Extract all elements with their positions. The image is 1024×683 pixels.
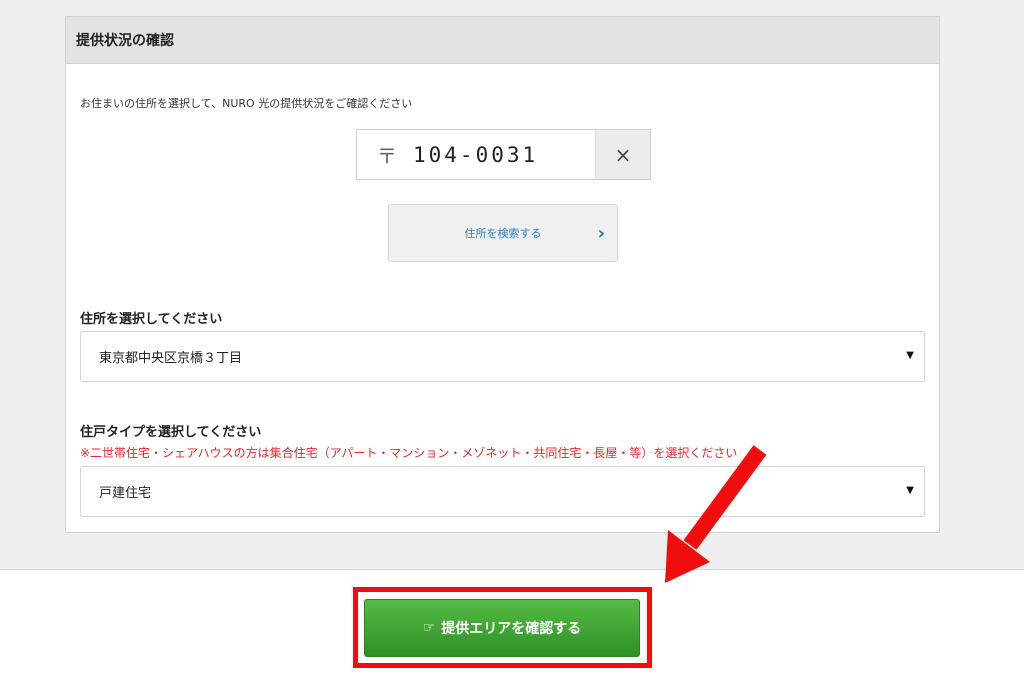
caret-down-icon: ▼ bbox=[906, 350, 914, 361]
address-select-label: 住所を選択してください bbox=[80, 312, 223, 327]
address-selected-value: 東京都中央区京橋３丁目 bbox=[99, 351, 243, 366]
postal-mark-icon: 〒 bbox=[377, 144, 397, 168]
pointing-hand-icon: ☞ bbox=[422, 620, 436, 636]
search-address-label: 住所を検索する bbox=[464, 227, 542, 240]
card-title: 提供状況の確認 bbox=[76, 33, 174, 49]
close-icon: × bbox=[614, 142, 632, 167]
postal-code-box: 〒 104-0031 × bbox=[356, 129, 651, 180]
house-type-label: 住戸タイプを選択してください bbox=[80, 425, 262, 440]
intro-text: お住まいの住所を選択して、NURO 光の提供状況をご確認ください bbox=[80, 97, 413, 110]
postal-code-value: 104-0031 bbox=[413, 142, 539, 167]
address-select[interactable]: 東京都中央区京橋３丁目 ▼ bbox=[80, 331, 925, 382]
confirm-area-button[interactable]: ☞ 提供エリアを確認する bbox=[364, 599, 640, 657]
house-type-selected-value: 戸建住宅 bbox=[99, 486, 152, 501]
availability-card: 提供状況の確認 お住まいの住所を選択して、NURO 光の提供状況をご確認ください… bbox=[65, 16, 940, 533]
search-address-button[interactable]: 住所を検索する › bbox=[388, 204, 618, 262]
house-type-select[interactable]: 戸建住宅 ▼ bbox=[80, 466, 925, 517]
house-type-warning: ※二世帯住宅・シェアハウスの方は集合住宅（アパート・マンション・メゾネット・共同… bbox=[80, 446, 738, 460]
card-header: 提供状況の確認 bbox=[66, 17, 939, 64]
caret-down-icon: ▼ bbox=[906, 485, 914, 496]
postal-code-input[interactable]: 〒 104-0031 bbox=[357, 130, 595, 179]
confirm-area-label: 提供エリアを確認する bbox=[441, 621, 582, 637]
clear-postal-code-button[interactable]: × bbox=[595, 130, 650, 179]
chevron-right-icon: › bbox=[597, 223, 605, 244]
